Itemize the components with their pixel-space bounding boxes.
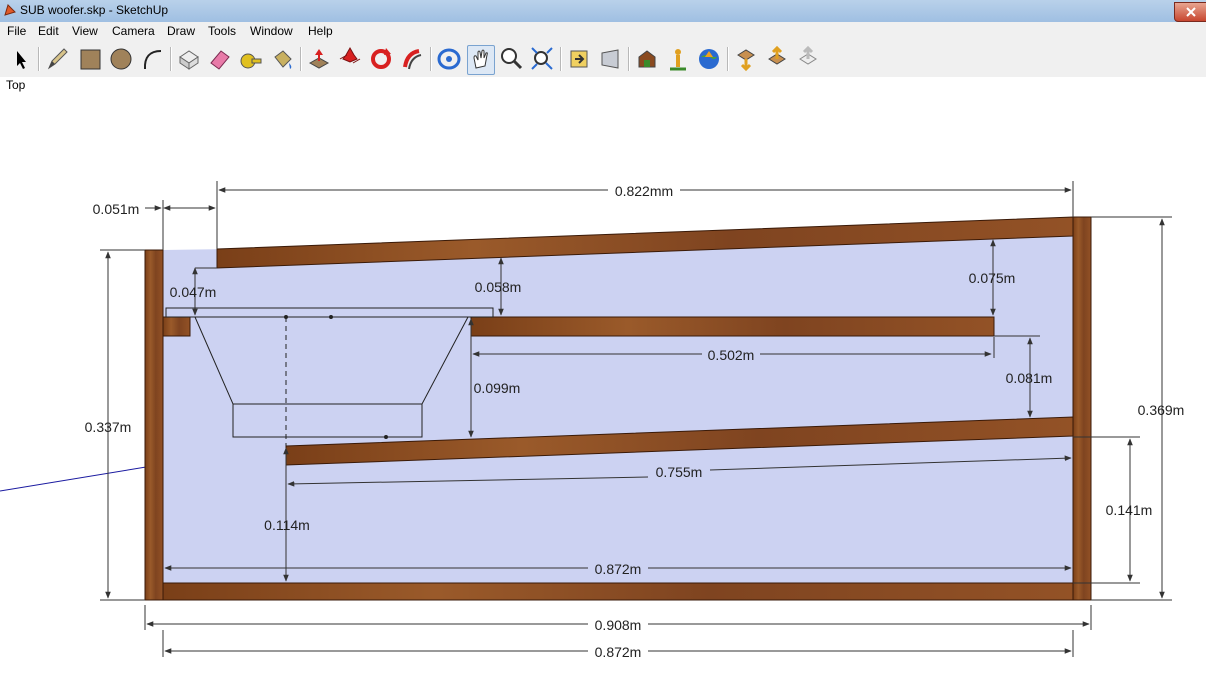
menu-view[interactable]: View	[72, 24, 98, 38]
get-models-button[interactable]	[733, 45, 759, 73]
orbit-tool-button[interactable]	[436, 45, 462, 73]
dim-right-lower-height: 0.141m	[1106, 502, 1153, 518]
right-panel	[1072, 216, 1092, 601]
dim-upper-gap: 0.058m	[475, 279, 522, 295]
eraser-tool-button[interactable]	[207, 45, 233, 73]
menu-tools[interactable]: Tools	[208, 24, 236, 38]
next-view-button[interactable]	[597, 45, 623, 73]
menu-draw[interactable]: Draw	[167, 24, 195, 38]
select-tool-button[interactable]	[8, 45, 34, 73]
dim-right-height: 0.369m	[1138, 402, 1185, 418]
close-icon	[1186, 7, 1196, 17]
select-icon	[17, 51, 26, 69]
previous-view-button[interactable]	[566, 45, 592, 73]
dim-bottom-width: 0.872m	[595, 644, 642, 660]
eraser-icon	[210, 50, 230, 70]
axis-line	[0, 466, 147, 492]
arc-icon	[143, 50, 162, 70]
bottom-panel	[162, 582, 1074, 601]
menu-bar: File Edit View Camera Draw Tools Window …	[0, 22, 1206, 42]
dim-lip-height: 0.047m	[170, 284, 217, 300]
move-tool-button[interactable]	[337, 45, 363, 73]
rectangle-icon	[80, 49, 101, 70]
dim-top-width: 0.822mm	[615, 183, 673, 199]
push-pull-icon	[308, 49, 330, 69]
google-earth-button[interactable]	[696, 45, 722, 73]
dim-ramp-length: 0.755m	[656, 464, 703, 480]
dim-outer-width: 0.908m	[595, 617, 642, 633]
menu-window[interactable]: Window	[250, 24, 293, 38]
sketchup-icon	[4, 4, 16, 16]
middle-shelf	[470, 316, 995, 337]
orbit-icon	[437, 48, 461, 70]
share-component-button[interactable]	[795, 45, 821, 73]
menu-help[interactable]: Help	[308, 24, 333, 38]
move-icon	[339, 46, 361, 64]
zoom-icon	[501, 48, 523, 70]
close-button[interactable]	[1174, 2, 1206, 22]
3d-warehouse-button[interactable]	[634, 45, 660, 73]
circle-icon	[110, 48, 132, 70]
share-model-icon	[768, 45, 786, 65]
left-panel	[144, 249, 164, 601]
menu-edit[interactable]: Edit	[38, 24, 59, 38]
rotate-tool-button[interactable]	[368, 45, 394, 73]
pan-tool-button[interactable]	[467, 45, 495, 75]
place-model-icon	[670, 49, 686, 71]
circle-tool-button[interactable]	[108, 45, 134, 73]
previous-view-icon	[570, 50, 588, 68]
share-component-icon	[799, 45, 817, 65]
share-model-button[interactable]	[764, 45, 790, 73]
menu-camera[interactable]: Camera	[112, 24, 155, 38]
follow-me-button[interactable]	[399, 45, 425, 73]
title-bar: SUB woofer.skp - SketchUp	[0, 0, 1206, 23]
follow-me-icon	[403, 49, 422, 70]
tape-measure-button[interactable]	[238, 45, 264, 73]
dim-inner-width: 0.872m	[595, 561, 642, 577]
paint-bucket-button[interactable]	[269, 45, 295, 73]
arc-tool-button[interactable]	[139, 45, 165, 73]
drawing-viewport[interactable]: Top 0.822mm 0.051m 0.047m 0.058m 0.075m …	[0, 77, 1206, 678]
subwoofer-drawing: 0.822mm 0.051m 0.047m 0.058m 0.075m 0.50…	[0, 181, 1185, 660]
3d-warehouse-icon	[638, 50, 656, 68]
rotate-icon	[371, 48, 391, 69]
dim-shelf-length: 0.502m	[708, 347, 755, 363]
push-pull-button[interactable]	[306, 45, 332, 73]
make-component-icon	[179, 50, 199, 70]
google-earth-icon	[699, 49, 719, 69]
paint-bucket-icon	[274, 50, 292, 69]
rectangle-tool-button[interactable]	[77, 45, 103, 73]
zoom-extents-button[interactable]	[529, 45, 555, 73]
window-title: SUB woofer.skp - SketchUp	[20, 3, 169, 17]
dim-ramp-height: 0.114m	[264, 517, 310, 533]
pencil-tool-button[interactable]	[44, 45, 70, 73]
dim-left-height: 0.337m	[85, 419, 132, 435]
dim-middle-gap: 0.081m	[1006, 370, 1053, 386]
toolbar	[0, 41, 1206, 78]
pencil-icon	[47, 48, 68, 70]
next-view-icon	[601, 49, 619, 69]
zoom-tool-button[interactable]	[498, 45, 524, 73]
place-model-button[interactable]	[665, 45, 691, 73]
get-models-icon	[737, 49, 755, 72]
tape-measure-icon	[240, 53, 262, 69]
dim-left-offset: 0.051m	[93, 201, 140, 217]
dim-right-gap: 0.075m	[969, 270, 1016, 286]
menu-file[interactable]: File	[7, 24, 26, 38]
make-component-button[interactable]	[176, 45, 202, 73]
pan-icon	[473, 49, 488, 69]
baffle-lip	[162, 316, 191, 337]
dim-driver-depth: 0.099m	[474, 380, 521, 396]
zoom-extents-icon	[531, 47, 553, 70]
